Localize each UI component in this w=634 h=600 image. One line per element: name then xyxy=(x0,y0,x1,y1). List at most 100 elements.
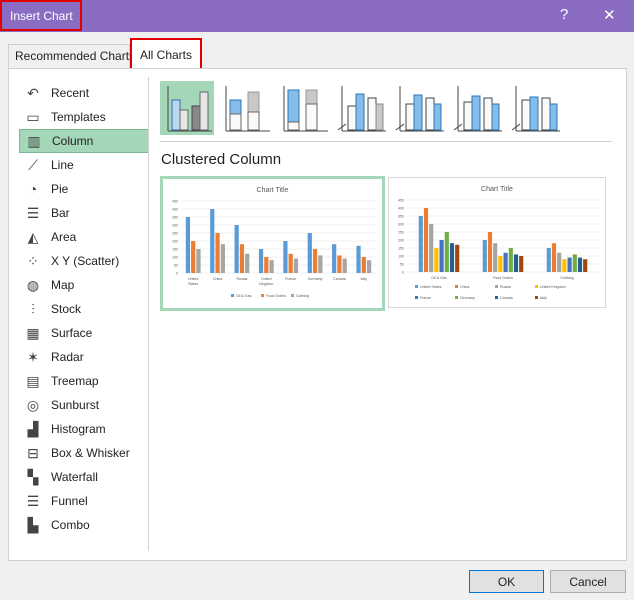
legend-swatch xyxy=(291,294,294,297)
x-tick-label: China xyxy=(213,277,222,281)
divider xyxy=(148,77,149,551)
y-tick-label: 450 xyxy=(398,199,404,203)
dialog-title: Insert Chart xyxy=(0,0,82,31)
sidebar-item-surface[interactable]: ▦ Surface xyxy=(19,321,149,345)
box-whisker-icon: ⊟ xyxy=(27,444,39,461)
cancel-button[interactable]: Cancel xyxy=(550,570,626,593)
sidebar-item-waterfall[interactable]: ▚ Waterfall xyxy=(19,465,149,489)
bar xyxy=(220,244,225,273)
chart-preview-1[interactable]: Chart Title 0 50 100 150 200 250 300 350 400 450 Un… xyxy=(160,176,385,311)
tab-all-charts[interactable]: All Charts xyxy=(130,38,202,70)
sidebar-item-histogram[interactable]: ▟ Histogram xyxy=(19,417,149,441)
x-tick-label: Italy xyxy=(361,277,368,281)
x-tick-label: United Kingdom xyxy=(259,277,273,286)
subtype-3d-clustered-column[interactable] xyxy=(334,81,388,135)
stock-chart-icon: ⫶ xyxy=(31,300,35,317)
3d-stacked-column-icon xyxy=(395,86,444,132)
bar xyxy=(429,224,434,272)
y-tick-label: 450 xyxy=(172,200,178,204)
funnel-icon: ☰ xyxy=(26,492,40,509)
bar xyxy=(342,258,347,273)
x-tick-label: Germany xyxy=(308,277,323,281)
subtype-100-stacked-column[interactable] xyxy=(276,81,330,135)
subtype-3d-column[interactable] xyxy=(508,81,562,135)
legend-swatch xyxy=(495,296,498,299)
y-tick-label: 150 xyxy=(398,247,404,251)
y-tick-label: 350 xyxy=(398,215,404,219)
stacked-column-icon xyxy=(225,86,270,132)
help-button[interactable]: ? xyxy=(560,6,568,23)
legend-label: Oil & Gas xyxy=(236,294,252,298)
sidebar-item-label: Waterfall xyxy=(51,470,98,484)
sidebar-item-combo[interactable]: ▙ Combo xyxy=(19,513,149,537)
sidebar-item-funnel[interactable]: ☰ Funnel xyxy=(19,489,149,513)
bar xyxy=(482,240,487,272)
bar xyxy=(583,259,588,272)
divider xyxy=(160,141,612,142)
bar xyxy=(557,252,562,272)
subtype-3d-100-stacked-column[interactable] xyxy=(450,81,504,135)
sidebar-item-label: Line xyxy=(51,158,74,172)
sidebar-item-label: Treemap xyxy=(51,374,99,388)
sidebar-item-line[interactable]: ⟋ Line xyxy=(19,153,149,177)
100-stacked-column-icon xyxy=(283,86,328,132)
y-tick-label: 50 xyxy=(400,263,404,267)
legend-swatch xyxy=(415,296,418,299)
sidebar-item-area[interactable]: ◭ Area xyxy=(19,225,149,249)
sidebar-item-stock[interactable]: ⫶ Stock xyxy=(19,297,149,321)
scatter-chart-icon: ⁘ xyxy=(27,252,39,269)
y-tick-label: 300 xyxy=(398,223,404,227)
sidebar-item-label: Sunburst xyxy=(51,398,100,412)
bar xyxy=(215,233,220,273)
sidebar-item-treemap[interactable]: ▤ Treemap xyxy=(19,369,149,393)
legend-label: Clothing xyxy=(296,294,309,298)
sidebar-item-column[interactable]: ▥ Column xyxy=(19,129,149,153)
3d-column-icon xyxy=(511,86,560,132)
bar xyxy=(513,254,519,272)
legend-label: Food Grains xyxy=(266,294,286,298)
sidebar-item-map[interactable]: ◍ Map xyxy=(19,273,149,297)
line-chart-icon: ⟋ xyxy=(28,156,38,173)
label-line: Kingdom xyxy=(259,282,273,286)
area-chart-icon: ◭ xyxy=(27,228,39,245)
y-tick-label: 150 xyxy=(172,248,178,252)
surface-chart-icon: ▦ xyxy=(26,324,40,341)
chart-preview-2[interactable]: Chart Title 0 50 100 150 200 250 300 350 400 450 Oi… xyxy=(388,177,606,308)
close-button[interactable]: ✕ xyxy=(603,6,616,24)
sidebar-item-x-y-scatter-[interactable]: ⁘ X Y (Scatter) xyxy=(19,249,149,273)
treemap-icon: ▤ xyxy=(26,372,40,389)
folder-icon: ▭ xyxy=(26,108,40,125)
legend-label: Germany xyxy=(460,296,475,300)
sidebar-item-radar[interactable]: ✶ Radar xyxy=(19,345,149,369)
subtype-clustered-column[interactable] xyxy=(160,81,214,135)
chart-title: Chart Title xyxy=(257,187,289,194)
y-tick-label: 50 xyxy=(174,264,178,268)
bar xyxy=(434,248,439,272)
sidebar-item-pie[interactable]: ◔ Pie xyxy=(19,177,149,201)
sidebar-item-templates[interactable]: ▭ Templates xyxy=(19,105,149,129)
bar xyxy=(361,257,366,273)
bar xyxy=(245,253,250,273)
bar xyxy=(288,253,293,273)
subtype-stacked-column[interactable] xyxy=(218,81,272,135)
bar-chart-icon: ☰ xyxy=(26,204,40,221)
chart-subtype-gallery xyxy=(160,81,562,135)
bar xyxy=(562,259,567,272)
sidebar-item-box-whisker[interactable]: ⊟ Box & Whisker xyxy=(19,441,149,465)
y-tick-label: 200 xyxy=(172,240,178,244)
legend-swatch xyxy=(495,285,498,288)
sidebar-item-label: Funnel xyxy=(51,494,88,508)
sidebar-item-recent[interactable]: ↶ Recent xyxy=(19,81,149,105)
sidebar-item-bar[interactable]: ☰ Bar xyxy=(19,201,149,225)
bar xyxy=(269,260,274,273)
ok-button[interactable]: OK xyxy=(469,570,544,593)
legend-label: United States xyxy=(420,285,442,289)
bar xyxy=(418,216,423,272)
x-tick-label: Food Grains xyxy=(493,276,513,280)
subtype-3d-stacked-column[interactable] xyxy=(392,81,446,135)
tab-recommended-charts[interactable]: Recommended Charts xyxy=(8,44,135,68)
bar xyxy=(577,257,583,272)
legend-label: China xyxy=(460,285,469,289)
sidebar-item-sunburst[interactable]: ◎ Sunburst xyxy=(19,393,149,417)
legend-label: France xyxy=(420,296,431,300)
